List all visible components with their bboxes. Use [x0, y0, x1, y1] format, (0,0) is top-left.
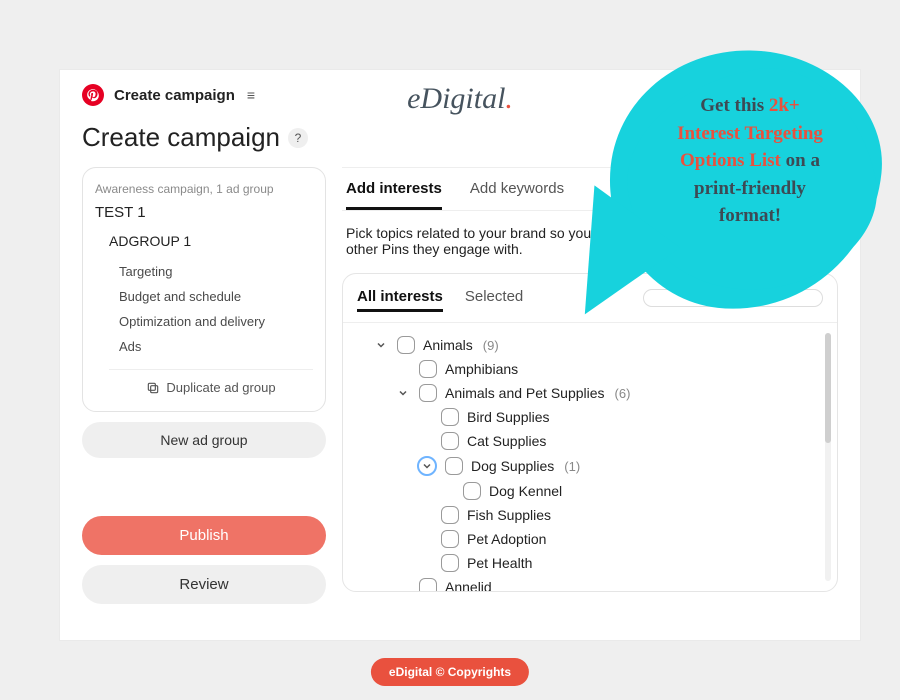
adgroup-name[interactable]: ADGROUP 1 [109, 233, 313, 249]
chevron-down-icon[interactable] [395, 385, 411, 401]
tree-row-pet-supplies: Animals and Pet Supplies (6) [351, 381, 831, 405]
interests-tree: Animals (9) Amphibians Animals and Pet S… [343, 323, 837, 591]
spacer [417, 531, 433, 547]
tree-root: Animals (9) Amphibians Animals and Pet S… [351, 333, 831, 591]
spacer [395, 579, 411, 591]
new-adgroup-button[interactable]: New ad group [82, 422, 326, 458]
spacer [395, 361, 411, 377]
checkbox-dog[interactable] [445, 457, 463, 475]
callout-highlight: Interest Targeting [677, 123, 823, 144]
adgroup-nav: Targeting Budget and schedule Optimizati… [109, 259, 313, 359]
callout-highlight: Options List [680, 150, 786, 171]
brand-text: eDigital [407, 82, 505, 115]
help-icon[interactable]: ? [288, 128, 308, 148]
tree-count: (9) [483, 338, 499, 353]
tree-count: (1) [564, 459, 580, 474]
tree-label[interactable]: Annelid [445, 579, 492, 591]
checkbox-animals[interactable] [397, 336, 415, 354]
checkbox-pet-adoption[interactable] [441, 530, 459, 548]
tree-row-annelid: Annelid [351, 575, 831, 591]
sidebar: Awareness campaign, 1 ad group TEST 1 AD… [82, 167, 326, 614]
checkbox-fish[interactable] [441, 506, 459, 524]
tree-label[interactable]: Dog Supplies [471, 458, 554, 474]
callout-line: on a [786, 150, 820, 171]
tree-label[interactable]: Cat Supplies [467, 433, 546, 449]
tab-add-keywords[interactable]: Add keywords [470, 170, 564, 210]
duplicate-icon [146, 381, 160, 395]
spacer [417, 433, 433, 449]
checkbox-bird[interactable] [441, 408, 459, 426]
callout-line: format! [719, 205, 781, 226]
checkbox-amphibians[interactable] [419, 360, 437, 378]
tree-label[interactable]: Amphibians [445, 361, 518, 377]
tree-row-dog: Dog Supplies (1) [351, 453, 831, 479]
campaign-name[interactable]: TEST 1 [95, 204, 313, 221]
nav-optimization[interactable]: Optimization and delivery [119, 309, 313, 334]
brand-dot: . [505, 82, 513, 115]
tree-label[interactable]: Fish Supplies [467, 507, 551, 523]
scroll-thumb[interactable] [825, 333, 831, 443]
tree-label[interactable]: Pet Adoption [467, 531, 546, 547]
tab-selected[interactable]: Selected [465, 284, 523, 312]
tree-row-fish: Fish Supplies [351, 503, 831, 527]
tree-count: (6) [615, 386, 631, 401]
adgroup: ADGROUP 1 Targeting Budget and schedule … [95, 233, 313, 399]
review-button[interactable]: Review [82, 565, 326, 604]
nav-targeting[interactable]: Targeting [119, 259, 313, 284]
chevron-down-icon[interactable] [373, 337, 389, 353]
tab-all-interests[interactable]: All interests [357, 284, 443, 312]
callout-line: print-friendly [694, 178, 806, 199]
tree-row-amphibians: Amphibians [351, 357, 831, 381]
spacer [417, 555, 433, 571]
callout-text: Get this 2k+ Interest Targeting Options … [638, 92, 862, 230]
checkbox-cat[interactable] [441, 432, 459, 450]
promo-callout: Get this 2k+ Interest Targeting Options … [610, 50, 880, 310]
tree-row-bird: Bird Supplies [351, 405, 831, 429]
menu-icon[interactable]: ≡ [247, 87, 255, 103]
tree-label[interactable]: Bird Supplies [467, 409, 550, 425]
tree-row-pet-health: Pet Health [351, 551, 831, 575]
footer-copyright: eDigital © Copyrights [371, 658, 529, 686]
checkbox-annelid[interactable] [419, 578, 437, 591]
publish-button[interactable]: Publish [82, 516, 326, 555]
spacer [417, 409, 433, 425]
callout-highlight: 2k+ [769, 95, 800, 116]
duplicate-adgroup[interactable]: Duplicate ad group [109, 369, 313, 399]
tree-row-cat: Cat Supplies [351, 429, 831, 453]
duplicate-label: Duplicate ad group [166, 380, 275, 395]
spacer [439, 483, 455, 499]
tree-label[interactable]: Animals [423, 337, 473, 353]
callout-line: Get this [700, 95, 769, 116]
chevron-down-icon[interactable] [417, 456, 437, 476]
tab-add-interests[interactable]: Add interests [346, 170, 442, 210]
campaign-card: Awareness campaign, 1 ad group TEST 1 AD… [82, 167, 326, 412]
interests-panel: All interests Selected Animals (9) [342, 273, 838, 592]
panel-tabs: All interests Selected [357, 284, 523, 312]
checkbox-pet-supplies[interactable] [419, 384, 437, 402]
pinterest-logo-icon [82, 84, 104, 106]
sidebar-actions: Publish Review [82, 516, 326, 614]
checkbox-dog-kennel[interactable] [463, 482, 481, 500]
tree-scrollbar[interactable] [825, 333, 831, 581]
topbar-title: Create campaign [114, 87, 235, 104]
nav-ads[interactable]: Ads [119, 334, 313, 359]
page-title: Create campaign [82, 122, 280, 153]
checkbox-pet-health[interactable] [441, 554, 459, 572]
tree-label[interactable]: Pet Health [467, 555, 532, 571]
tree-row-pet-adoption: Pet Adoption [351, 527, 831, 551]
tree-label[interactable]: Animals and Pet Supplies [445, 385, 605, 401]
tree-label[interactable]: Dog Kennel [489, 483, 562, 499]
tree-row-animals: Animals (9) [351, 333, 831, 357]
nav-budget[interactable]: Budget and schedule [119, 284, 313, 309]
spacer [417, 507, 433, 523]
tree-row-dog-kennel: Dog Kennel [351, 479, 831, 503]
edigital-brand: eDigital. [407, 82, 513, 116]
campaign-meta: Awareness campaign, 1 ad group [95, 182, 313, 196]
